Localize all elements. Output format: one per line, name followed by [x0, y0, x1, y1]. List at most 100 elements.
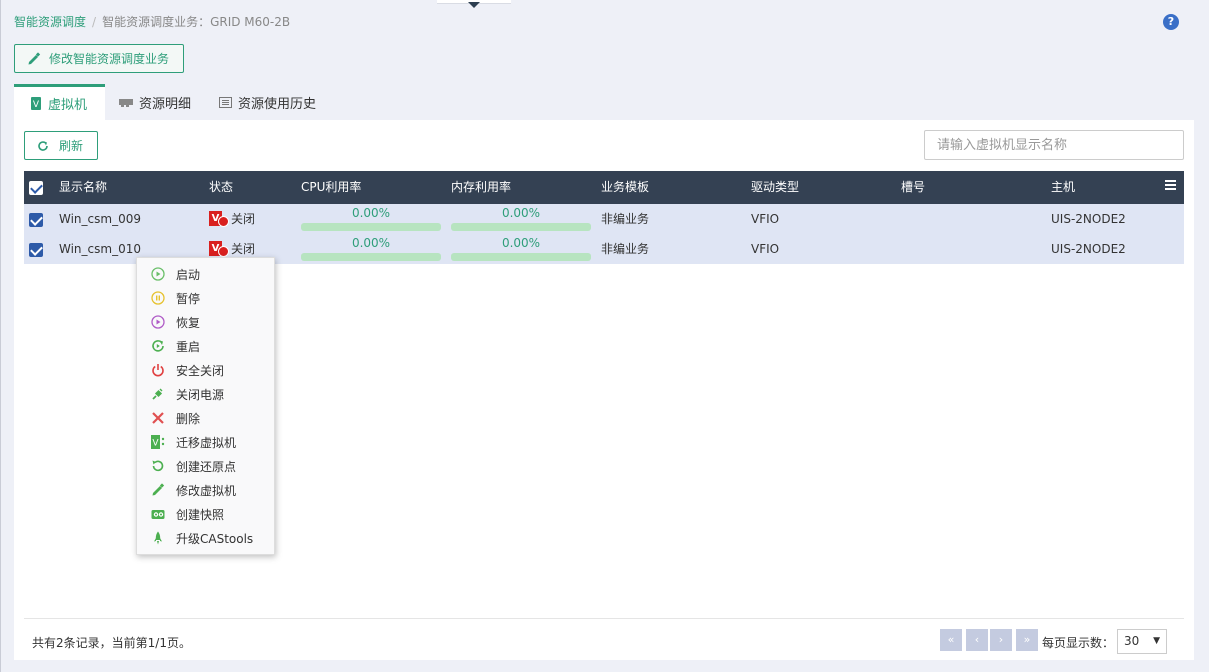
prev-page-button[interactable]: ‹: [966, 629, 988, 651]
vm-template: 非编业务: [601, 242, 650, 256]
vm-host: UIS-2NODE2: [1051, 212, 1126, 226]
menu-item-create-snapshot[interactable]: 创建快照: [137, 502, 274, 526]
tab-resource-history-label: 资源使用历史: [238, 96, 317, 112]
vm-driver: VFIO: [751, 242, 780, 256]
refresh-button[interactable]: 刷新: [24, 131, 98, 160]
breadcrumb-separator: /: [92, 15, 97, 29]
menu-item-modify-vm[interactable]: 修改虚拟机: [137, 478, 274, 502]
menu-item-delete[interactable]: 删除: [137, 406, 274, 430]
column-header-template[interactable]: 业务模板: [601, 171, 649, 204]
menu-item-label: 重启: [176, 339, 201, 354]
column-header-status[interactable]: 状态: [209, 171, 233, 204]
breadcrumb: 智能资源调度 / 智能资源调度业务：GRID M60-2B: [14, 13, 290, 30]
migrate-vm-icon: V: [151, 435, 165, 449]
menu-item-label: 删除: [176, 411, 201, 426]
edit-pencil-icon: [151, 483, 165, 497]
delete-x-icon: [151, 411, 165, 425]
tab-vm[interactable]: V 虚拟机: [14, 84, 105, 120]
column-header-memory[interactable]: 内存利用率: [451, 171, 511, 204]
vm-stopped-icon: V: [209, 211, 229, 227]
power-icon: [151, 363, 165, 377]
resume-icon: [151, 315, 165, 329]
per-page-select[interactable]: 30 ▼: [1117, 629, 1167, 654]
restore-point-icon: [151, 459, 165, 473]
memory-usage: 0.00%: [451, 206, 591, 232]
menu-item-upgrade-castools[interactable]: 升级CAStools: [137, 526, 274, 550]
menu-item-label: 启动: [176, 267, 201, 282]
menu-item-label: 修改虚拟机: [176, 483, 237, 498]
vm-name[interactable]: Win_csm_010: [59, 234, 141, 264]
rocket-icon: [151, 531, 165, 545]
cpu-usage-value: 0.00%: [351, 206, 391, 220]
menu-item-power-off[interactable]: 关闭电源: [137, 382, 274, 406]
menu-item-label: 迁移虚拟机: [176, 435, 237, 450]
pause-icon: [151, 291, 165, 305]
per-page-label: 每页显示数：: [1042, 636, 1115, 650]
tab-resource-detail[interactable]: 资源明细: [105, 84, 205, 120]
menu-item-label: 暂停: [176, 291, 201, 306]
tab-resource-history[interactable]: 资源使用历史: [205, 84, 330, 120]
row-checkbox[interactable]: [29, 213, 43, 227]
vm-status: 关闭: [231, 212, 256, 226]
top-collapse-tab[interactable]: [437, 0, 511, 8]
table-header: 显示名称 状态 CPU利用率 内存利用率 业务模板 驱动类型 槽号 主机: [24, 171, 1184, 204]
snapshot-icon: [151, 507, 165, 521]
menu-item-create-restore-point[interactable]: 创建还原点: [137, 454, 274, 478]
column-header-cpu[interactable]: CPU利用率: [301, 171, 361, 204]
svg-text:V: V: [33, 100, 40, 110]
vm-name[interactable]: Win_csm_009: [59, 204, 141, 234]
restart-icon: [151, 339, 165, 353]
per-page-value: 30: [1124, 634, 1140, 648]
menu-item-label: 关闭电源: [176, 387, 225, 402]
record-info: 共有2条记录，当前第1/1页。: [32, 636, 191, 650]
menu-item-resume[interactable]: 恢复: [137, 310, 274, 334]
column-header-slot[interactable]: 槽号: [901, 171, 925, 204]
memory-usage-bar: [451, 253, 591, 261]
last-page-button[interactable]: »: [1016, 629, 1038, 651]
play-icon: [151, 267, 165, 281]
memory-usage-bar: [451, 223, 591, 231]
vm-stopped-icon: V: [209, 241, 229, 257]
cpu-usage: 0.00%: [301, 206, 441, 232]
window-left-border: [0, 0, 1, 672]
refresh-label: 刷新: [59, 139, 84, 153]
menu-item-pause[interactable]: 暂停: [137, 286, 274, 310]
menu-item-restart[interactable]: 重启: [137, 334, 274, 358]
column-header-host[interactable]: 主机: [1051, 171, 1075, 204]
menu-item-start[interactable]: 启动: [137, 262, 274, 286]
breadcrumb-root-link[interactable]: 智能资源调度: [14, 15, 86, 29]
vm-template: 非编业务: [601, 212, 650, 226]
select-all-checkbox[interactable]: [29, 181, 43, 195]
vm-icon: V: [31, 97, 41, 110]
memory-usage: 0.00%: [451, 236, 591, 262]
menu-item-label: 升级CAStools: [176, 531, 254, 546]
plug-icon: [151, 387, 165, 401]
svg-text:V: V: [152, 439, 159, 449]
menu-item-safe-shutdown[interactable]: 安全关闭: [137, 358, 274, 382]
column-header-driver[interactable]: 驱动类型: [751, 171, 799, 204]
edit-pencil-icon: [28, 51, 41, 64]
cpu-usage-bar: [301, 253, 441, 261]
vm-search-input[interactable]: [924, 130, 1184, 160]
column-menu-icon[interactable]: [1165, 180, 1176, 190]
vm-host: UIS-2NODE2: [1051, 242, 1126, 256]
cpu-usage-value: 0.00%: [351, 236, 391, 250]
cpu-usage-bar: [301, 223, 441, 231]
next-page-button[interactable]: ›: [990, 629, 1012, 651]
help-icon[interactable]: ?: [1163, 14, 1179, 30]
menu-item-migrate-vm[interactable]: V 迁移虚拟机: [137, 430, 274, 454]
tab-resource-detail-label: 资源明细: [139, 96, 192, 112]
memory-usage-value: 0.00%: [501, 206, 541, 220]
refresh-icon: [38, 140, 48, 151]
modify-service-button[interactable]: 修改智能资源调度业务: [14, 44, 184, 73]
vm-driver: VFIO: [751, 212, 780, 226]
table-row[interactable]: Win_csm_009 V 关闭 0.00% 0.00% 非编业务 VFIO U…: [24, 204, 1184, 234]
cpu-usage: 0.00%: [301, 236, 441, 262]
row-checkbox[interactable]: [29, 243, 43, 257]
breadcrumb-current: 智能资源调度业务：GRID M60-2B: [102, 15, 291, 29]
memory-usage-value: 0.00%: [501, 236, 541, 250]
first-page-button[interactable]: «: [940, 629, 962, 651]
history-list-icon: [219, 96, 233, 108]
modify-service-label: 修改智能资源调度业务: [49, 52, 170, 66]
column-header-name[interactable]: 显示名称: [59, 171, 107, 204]
